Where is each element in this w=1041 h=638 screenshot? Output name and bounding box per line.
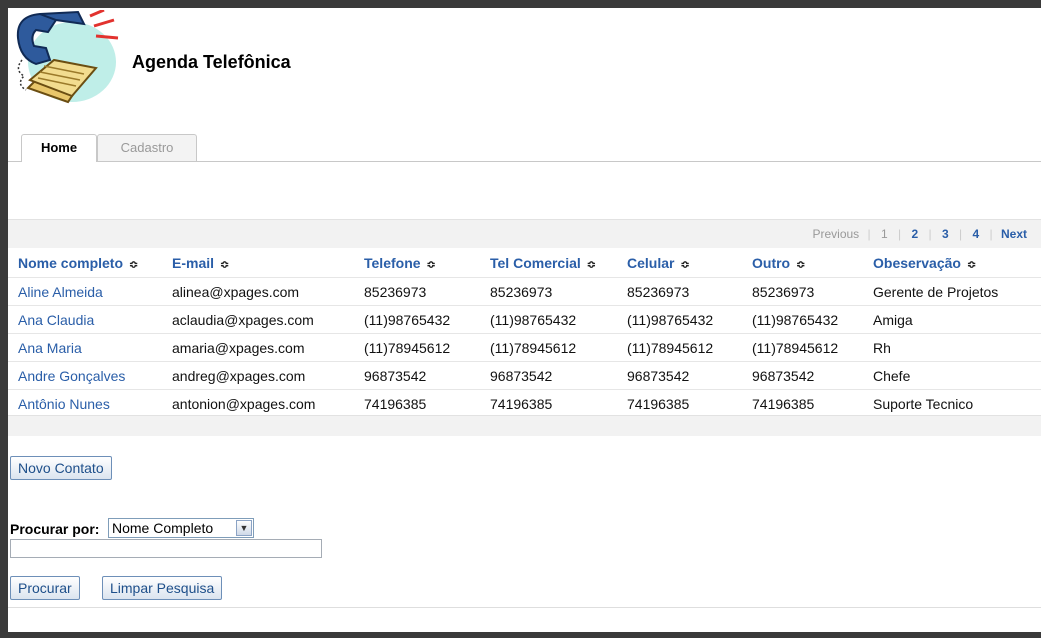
column-label: Celular <box>627 255 675 271</box>
cell-outro: 96873542 <box>742 361 863 390</box>
sort-icon: ≎ <box>426 259 436 271</box>
cell-celular: 85236973 <box>617 277 742 306</box>
pager: Previous | 1 | 2 | 3 | 4 | Next <box>812 227 1027 241</box>
cell-email: amaria@xpages.com <box>162 333 354 362</box>
sort-icon: ≎ <box>966 259 977 271</box>
cell-observacao: Suporte Tecnico <box>863 389 1041 417</box>
table-row: Ana Maria amaria@xpages.com (11)78945612… <box>8 333 1041 362</box>
cell-tel-comercial: 96873542 <box>480 361 617 390</box>
app-title: Agenda Telefônica <box>132 52 291 72</box>
cell-telefone: (11)98765432 <box>354 305 480 334</box>
sort-icon: ≎ <box>586 259 596 271</box>
column-header-outro[interactable]: Outro ≎ <box>742 249 863 278</box>
sort-icon: ≎ <box>796 259 806 271</box>
cell-observacao: Gerente de Projetos <box>863 277 1041 306</box>
column-label: Nome completo <box>18 255 124 271</box>
pager-previous: Previous <box>812 227 860 241</box>
cell-outro: 74196385 <box>742 389 863 417</box>
search-input[interactable] <box>10 539 322 558</box>
chevron-down-icon[interactable]: ▼ <box>236 520 252 536</box>
contacts-table: Nome completo ≎ E-mail ≎ Telefone ≎ Tel Com… <box>8 249 1041 417</box>
cell-email: aclaudia@xpages.com <box>162 305 354 334</box>
column-label: Outro <box>752 255 791 271</box>
contact-name-link[interactable]: Ana Claudia <box>8 305 162 334</box>
pager-separator: | <box>959 227 963 241</box>
table-row: Antônio Nunes antonion@xpages.com 741963… <box>8 389 1041 417</box>
pager-page-1: 1 <box>880 227 888 241</box>
cell-outro: 85236973 <box>742 277 863 306</box>
cell-tel-comercial: 74196385 <box>480 389 617 417</box>
cell-tel-comercial: (11)98765432 <box>480 305 617 334</box>
pager-separator: | <box>898 227 902 241</box>
contact-name-link[interactable]: Ana Maria <box>8 333 162 362</box>
cell-celular: (11)98765432 <box>617 305 742 334</box>
telephone-book-logo-icon <box>16 10 119 104</box>
cell-telefone: 96873542 <box>354 361 480 390</box>
tab-bar: Home Cadastro <box>8 132 1041 162</box>
cell-telefone: 85236973 <box>354 277 480 306</box>
column-header-celular[interactable]: Celular ≎ <box>617 249 742 278</box>
pager-page-3[interactable]: 3 <box>942 227 949 241</box>
tab-home[interactable]: Home <box>21 134 97 162</box>
sort-icon: ≎ <box>129 259 139 271</box>
pager-page-2[interactable]: 2 <box>911 227 918 241</box>
cell-email: antonion@xpages.com <box>162 389 354 417</box>
pager-bar: Previous | 1 | 2 | 3 | 4 | Next <box>8 219 1041 248</box>
cell-observacao: Rh <box>863 333 1041 362</box>
cell-tel-comercial: 85236973 <box>480 277 617 306</box>
sort-icon: ≎ <box>220 259 230 271</box>
divider <box>8 607 1041 608</box>
table-row: Aline Almeida alinea@xpages.com 85236973… <box>8 277 1041 306</box>
column-header-telefone[interactable]: Telefone ≎ <box>354 249 480 278</box>
cell-tel-comercial: (11)78945612 <box>480 333 617 362</box>
cell-celular: 96873542 <box>617 361 742 390</box>
cell-email: andreg@xpages.com <box>162 361 354 390</box>
search-by-label: Procurar por: <box>10 521 100 537</box>
pager-separator: | <box>867 227 871 241</box>
table-footer-bar <box>8 415 1041 436</box>
column-header-nome-completo[interactable]: Nome completo ≎ <box>8 249 162 278</box>
page: Agenda Telefônica Home Cadastro Previous… <box>8 8 1041 632</box>
column-label: Telefone <box>364 255 421 271</box>
table-header-row: Nome completo ≎ E-mail ≎ Telefone ≎ Tel Com… <box>8 249 1041 278</box>
table-row: Andre Gonçalves andreg@xpages.com 968735… <box>8 361 1041 390</box>
pager-next[interactable]: Next <box>1001 227 1027 241</box>
sort-icon: ≎ <box>680 259 690 271</box>
cell-observacao: Amiga <box>863 305 1041 334</box>
pager-page-4[interactable]: 4 <box>972 227 979 241</box>
cell-email: alinea@xpages.com <box>162 277 354 306</box>
clear-search-button[interactable]: Limpar Pesquisa <box>102 576 223 600</box>
column-label: Tel Comercial <box>490 255 581 271</box>
contact-name-link[interactable]: Antônio Nunes <box>8 389 162 417</box>
pager-separator: | <box>989 227 993 241</box>
column-header-tel-comercial[interactable]: Tel Comercial ≎ <box>480 249 617 278</box>
search-field-select[interactable]: Nome Completo ▼ <box>108 518 254 538</box>
column-header-observacao[interactable]: Obeservação ≎ <box>863 249 1041 278</box>
cell-outro: (11)98765432 <box>742 305 863 334</box>
table-row: Ana Claudia aclaudia@xpages.com (11)9876… <box>8 305 1041 334</box>
cell-outro: (11)78945612 <box>742 333 863 362</box>
header: Agenda Telefônica <box>8 8 1041 120</box>
tab-cadastro[interactable]: Cadastro <box>97 134 197 161</box>
pager-separator: | <box>928 227 932 241</box>
contact-name-link[interactable]: Andre Gonçalves <box>8 361 162 390</box>
cell-telefone: 74196385 <box>354 389 480 417</box>
cell-telefone: (11)78945612 <box>354 333 480 362</box>
cell-celular: 74196385 <box>617 389 742 417</box>
search-button[interactable]: Procurar <box>10 576 80 600</box>
column-label: E-mail <box>172 255 215 271</box>
search-field-selected-value: Nome Completo <box>112 520 214 536</box>
new-contact-button[interactable]: Novo Contato <box>10 456 112 480</box>
column-header-email[interactable]: E-mail ≎ <box>162 249 354 278</box>
column-label: Obeservação <box>873 255 961 271</box>
cell-celular: (11)78945612 <box>617 333 742 362</box>
cell-observacao: Chefe <box>863 361 1041 390</box>
contact-name-link[interactable]: Aline Almeida <box>8 277 162 306</box>
